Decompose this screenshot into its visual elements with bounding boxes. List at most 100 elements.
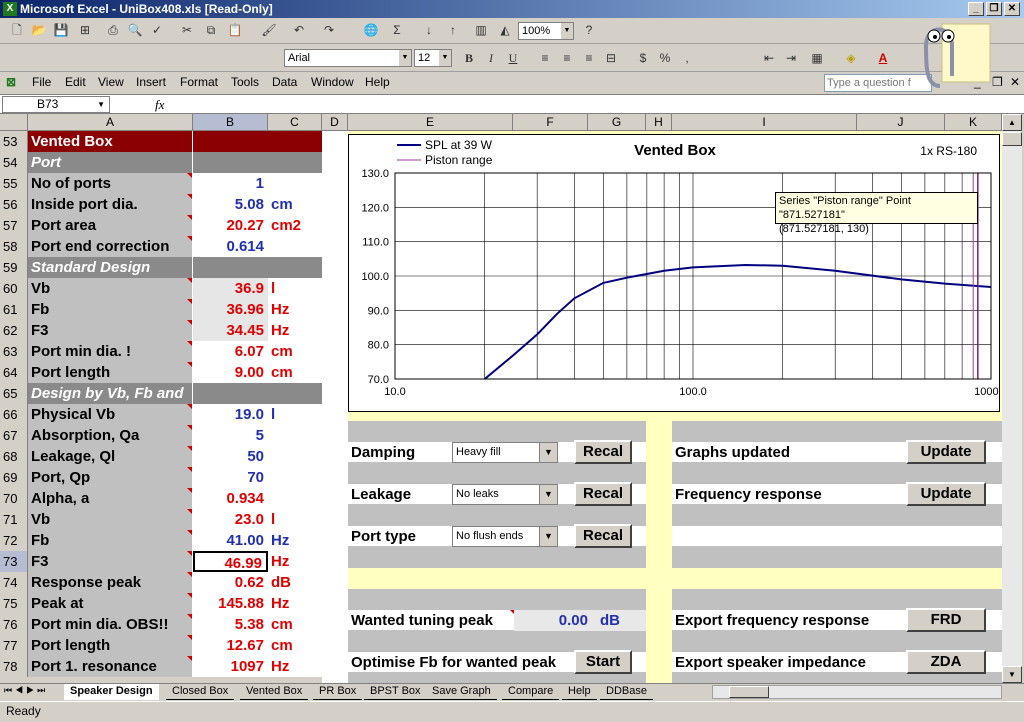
sheet-tab[interactable]: Save Graph [426, 684, 497, 700]
row-header[interactable]: 65 [0, 383, 28, 404]
cell-label[interactable]: Port min dia. OBS!! [28, 614, 193, 635]
cell-unit[interactable] [268, 425, 322, 446]
sheet-tab[interactable]: Compare [502, 684, 560, 700]
cell-unit[interactable] [268, 488, 322, 509]
cell-unit[interactable] [268, 467, 322, 488]
port-type-recal-button[interactable]: Recal [574, 524, 632, 548]
cell-value[interactable]: 41.00 [193, 530, 268, 551]
cell-label[interactable]: Leakage, Ql [28, 446, 193, 467]
row-header[interactable]: 62 [0, 320, 28, 341]
cell-unit[interactable]: cm [268, 194, 322, 215]
cell-label[interactable]: No of ports [28, 173, 193, 194]
format-painter-icon[interactable]: 🖌 [260, 21, 278, 39]
cell-label[interactable]: Port [28, 152, 193, 173]
cell-unit[interactable] [268, 131, 322, 152]
cell-value[interactable]: 36.96 [193, 299, 268, 320]
leakage-select[interactable]: No leaks ▼ [452, 484, 558, 505]
select-all-corner[interactable] [0, 114, 28, 131]
cell-unit[interactable]: Hz [268, 551, 322, 572]
vertical-scrollbar[interactable]: ▲ ▼ [1002, 114, 1022, 683]
italic-button[interactable]: I [482, 49, 500, 67]
column-header-j[interactable]: J [857, 114, 945, 131]
row-header[interactable]: 74 [0, 572, 28, 593]
cell-label[interactable]: F3 [28, 551, 193, 572]
cell-value[interactable]: 70 [193, 467, 268, 488]
cell-label[interactable]: Vb [28, 278, 193, 299]
damping-recal-button[interactable]: Recal [574, 440, 632, 464]
undo-icon[interactable]: ↶ [290, 21, 308, 39]
cell-label[interactable]: F3 [28, 320, 193, 341]
menu-data[interactable]: Data [272, 72, 297, 92]
menu-help[interactable]: Help [365, 72, 390, 92]
comma-style-icon[interactable]: , [678, 49, 696, 67]
leakage-recal-button[interactable]: Recal [574, 482, 632, 506]
sort-descending-icon[interactable]: ↑ [444, 21, 462, 39]
row-header[interactable]: 61 [0, 299, 28, 320]
chart-wizard-icon[interactable]: ▥ [472, 21, 490, 39]
cell-label[interactable]: Vented Box [28, 131, 193, 152]
font-size-select[interactable]: 12 ▼ [414, 49, 452, 67]
sheet-tab[interactable]: PR Box [313, 684, 363, 700]
cell-unit[interactable]: cm [268, 362, 322, 383]
close-button[interactable]: ✕ [1004, 2, 1020, 16]
cell-label[interactable]: Port area [28, 215, 193, 236]
align-right-icon[interactable]: ≡ [580, 49, 598, 67]
new-icon[interactable]: 🗋 [8, 21, 26, 39]
chart-plot[interactable]: Vented Box 1x RS-180 SPL at 39 W Piston … [349, 135, 1007, 411]
align-left-icon[interactable]: ≡ [536, 49, 554, 67]
cell-value[interactable]: 5 [193, 425, 268, 446]
cell-label[interactable]: Standard Design [28, 257, 193, 278]
column-header-d[interactable]: D [322, 114, 348, 131]
cell-value[interactable] [193, 257, 268, 278]
percent-icon[interactable]: % [656, 49, 674, 67]
cell-label[interactable]: Port 1. resonance [28, 656, 193, 677]
cell-label[interactable]: Peak at [28, 593, 193, 614]
cell-value[interactable]: 5.08 [193, 194, 268, 215]
export-zda-button[interactable]: ZDA [906, 650, 986, 674]
decrease-indent-icon[interactable]: ⇤ [760, 49, 778, 67]
tab-scroll-icons[interactable]: ⏮◀▶⏭ [4, 685, 48, 696]
cell-unit[interactable]: l [268, 404, 322, 425]
cell-value[interactable] [193, 131, 268, 152]
doc-close-button[interactable]: ✕ [1010, 72, 1020, 92]
cell-unit[interactable]: Hz [268, 299, 322, 320]
cell-value[interactable]: 0.62 [193, 572, 268, 593]
cell-label[interactable]: Vb [28, 509, 193, 530]
cell-unit[interactable] [268, 383, 322, 404]
cell-unit[interactable]: l [268, 278, 322, 299]
cell-label[interactable]: Response peak [28, 572, 193, 593]
spelling-icon[interactable]: ✓ [148, 21, 166, 39]
scroll-down-icon[interactable]: ▼ [1002, 666, 1022, 683]
permission-icon[interactable]: ⊞ [76, 21, 94, 39]
merge-center-icon[interactable]: ⊟ [602, 49, 620, 67]
cell-value[interactable] [193, 383, 268, 404]
column-header-b[interactable]: B [193, 114, 268, 131]
row-header[interactable]: 64 [0, 362, 28, 383]
cell-unit[interactable] [268, 257, 322, 278]
export-frd-button[interactable]: FRD [906, 608, 986, 632]
column-header-c[interactable]: C [268, 114, 322, 131]
row-header[interactable]: 60 [0, 278, 28, 299]
sheet-tab[interactable]: DDBase [600, 684, 653, 700]
zoom-select[interactable]: 100% ▼ [518, 22, 574, 40]
cell-label[interactable]: Fb [28, 299, 193, 320]
copy-icon[interactable]: ⧉ [202, 21, 220, 39]
cell-label[interactable]: Port end correction [28, 236, 193, 257]
cell-label[interactable]: Port, Qp [28, 467, 193, 488]
sort-ascending-icon[interactable]: ↓ [420, 21, 438, 39]
workbook-icon[interactable]: ⊠ [6, 72, 16, 92]
series-line-spl[interactable] [484, 263, 992, 380]
graphs-update-button[interactable]: Update [906, 440, 986, 464]
spl-chart[interactable]: Vented Box 1x RS-180 SPL at 39 W Piston … [348, 134, 1008, 412]
cell-label[interactable]: Design by Vb, Fb and Q [28, 383, 193, 423]
cell-label[interactable]: Physical Vb [28, 404, 193, 425]
office-assistant-icon[interactable] [912, 6, 992, 92]
redo-icon[interactable]: ↷ [320, 21, 338, 39]
row-header[interactable]: 53 [0, 131, 28, 152]
cell-label[interactable]: Port length [28, 362, 193, 383]
menu-file[interactable]: File [32, 72, 51, 92]
cell-unit[interactable]: Hz [268, 656, 322, 677]
cell-value[interactable] [193, 152, 268, 173]
row-header[interactable]: 66 [0, 404, 28, 425]
horizontal-scrollbar[interactable] [712, 685, 1002, 699]
